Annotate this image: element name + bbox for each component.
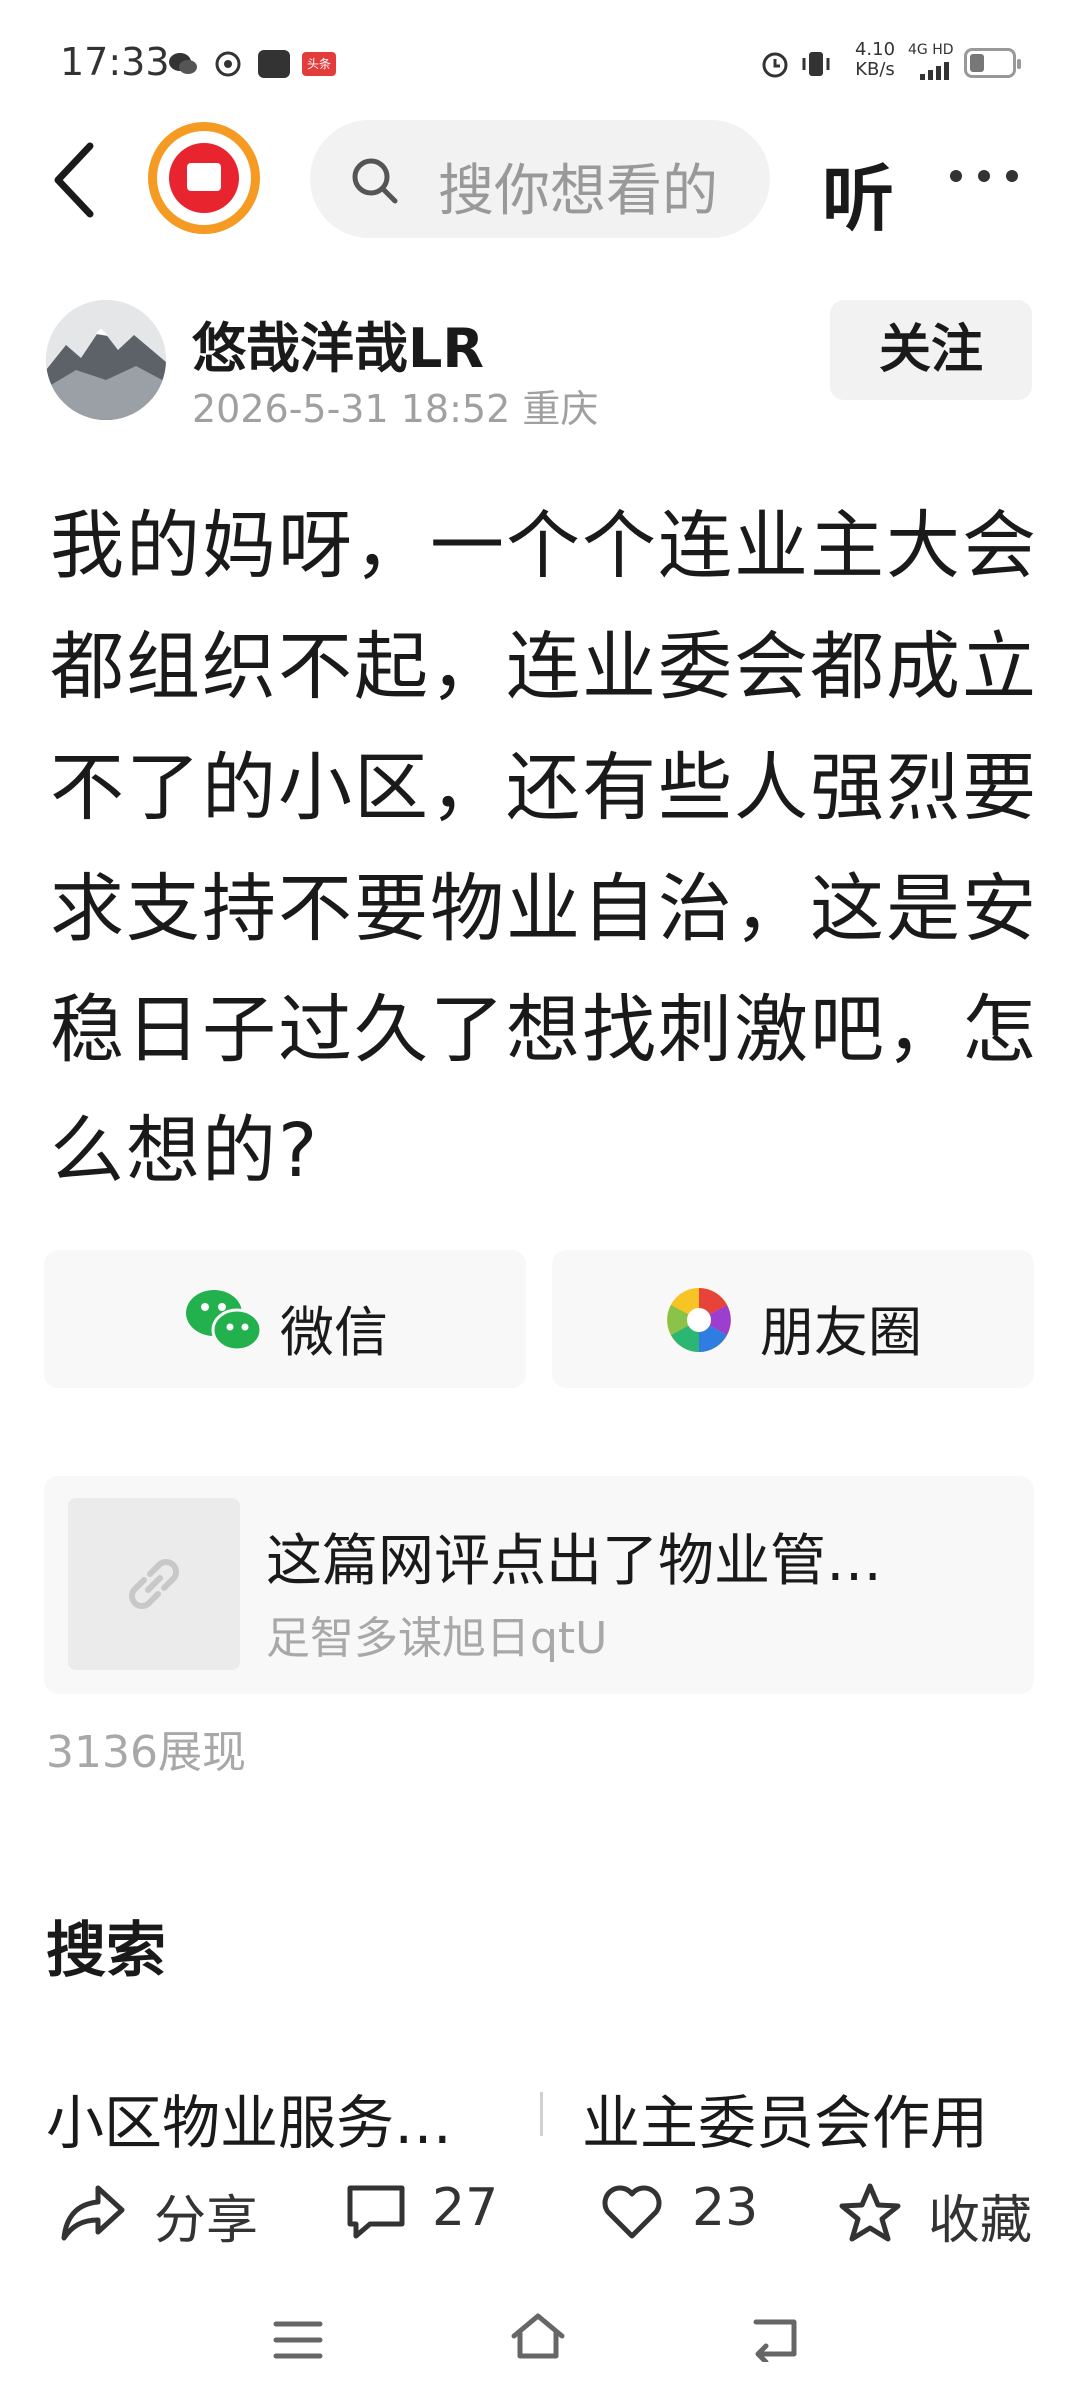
mail-notification-icon xyxy=(258,50,290,78)
linked-article-title: 这篇网评点出了物业管… xyxy=(266,1529,882,1594)
search-suggestion[interactable]: 业主委员会作用 xyxy=(582,2076,988,2160)
post-body-text: 我的妈呀，一个个连业主大会都组织不起，连业委会都成立不了的小区，还有些人强烈要求… xyxy=(50,503,1038,1194)
menu-nav-button[interactable] xyxy=(272,2318,324,2362)
suggestion-divider xyxy=(540,2092,543,2136)
favorite-label: 收藏 xyxy=(928,2191,1033,2251)
wechat-notification-icon xyxy=(169,53,197,74)
search-input[interactable]: 搜你想看的 xyxy=(310,120,770,238)
more-options-button[interactable] xyxy=(950,170,1020,186)
alarm-icon xyxy=(762,52,788,78)
mountain-avatar-image xyxy=(46,300,166,420)
share-label: 分享 xyxy=(154,2191,259,2251)
link-thumbnail xyxy=(68,1498,240,1670)
signal-icon xyxy=(920,62,949,80)
toutiao-notification-icon: 头条 xyxy=(302,52,336,76)
listen-button[interactable]: 听 xyxy=(822,140,894,245)
link-icon xyxy=(129,1559,179,1609)
view-count: 3136展现 xyxy=(46,1727,246,1778)
home-nav-button[interactable] xyxy=(508,2310,568,2364)
share-wechat-button[interactable]: 微信 xyxy=(44,1250,526,1388)
follow-button[interactable]: 关注 xyxy=(830,300,1032,400)
network-type: 4G HD xyxy=(908,42,954,58)
search-section-title: 搜索 xyxy=(46,1916,166,1986)
app-notification-icon xyxy=(215,51,241,77)
like-count: 23 xyxy=(692,2178,759,2238)
toutiao-logo-icon xyxy=(169,143,239,213)
search-placeholder: 搜你想看的 xyxy=(438,159,718,224)
author-name[interactable]: 悠哉洋哉LR xyxy=(192,304,484,383)
share-icon xyxy=(61,2185,125,2241)
comment-icon xyxy=(347,2185,405,2239)
search-suggestion[interactable]: 小区物业服务… xyxy=(46,2076,452,2160)
wechat-icon xyxy=(186,1290,263,1352)
moments-icon xyxy=(667,1288,731,1352)
star-icon xyxy=(839,2183,901,2242)
share-moments-button[interactable]: 朋友圈 xyxy=(552,1250,1034,1388)
heart-icon xyxy=(602,2185,662,2239)
linked-article-card[interactable]: 这篇网评点出了物业管… 足智多谋旭日qtU xyxy=(44,1476,1034,1694)
network-speed: 4.10 KB/s xyxy=(854,39,896,80)
status-time: 17:33 xyxy=(60,40,170,84)
app-logo-button[interactable] xyxy=(148,122,260,234)
share-moments-label: 朋友圈 xyxy=(760,1301,922,1364)
back-nav-button[interactable] xyxy=(748,2314,802,2362)
linked-article-source: 足智多谋旭日qtU xyxy=(266,1613,608,1664)
battery-icon xyxy=(964,48,1021,78)
back-button[interactable] xyxy=(50,140,110,220)
author-avatar[interactable] xyxy=(46,300,166,420)
share-wechat-label: 微信 xyxy=(280,1301,388,1364)
search-icon xyxy=(352,158,398,204)
post-timestamp-location: 2026-5-31 18:52 重庆 xyxy=(192,387,599,431)
comment-count: 27 xyxy=(432,2178,499,2238)
vibrate-icon xyxy=(802,52,830,76)
